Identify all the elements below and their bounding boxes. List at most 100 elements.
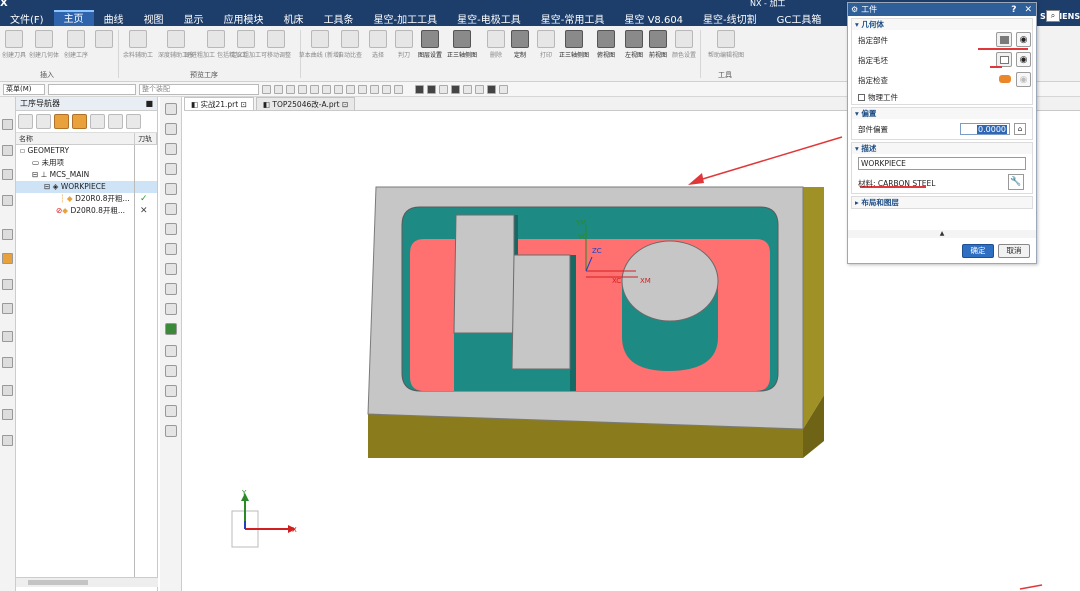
- select-button[interactable]: 选择: [364, 30, 392, 59]
- eye-icon[interactable]: [165, 345, 177, 357]
- roles-icon[interactable]: [2, 409, 13, 420]
- menu-view[interactable]: 视图: [134, 11, 174, 26]
- top-view-button[interactable]: 俯视图: [592, 30, 620, 59]
- view-icon[interactable]: [165, 425, 177, 437]
- render-style-icon[interactable]: [415, 84, 424, 94]
- menu-file[interactable]: 文件(F): [0, 11, 54, 26]
- close-button[interactable]: ✕: [1024, 5, 1032, 15]
- layer-settings-button[interactable]: 图层设置: [416, 30, 444, 59]
- snap-icon[interactable]: [394, 84, 403, 94]
- rest-roughing-button[interactable]: 余料辅助工: [123, 30, 153, 59]
- create-method-button[interactable]: [90, 30, 118, 48]
- select-check-button[interactable]: [996, 72, 1012, 87]
- find-icon[interactable]: [90, 114, 105, 129]
- hide-eye-icon[interactable]: [165, 365, 177, 377]
- close-icon[interactable]: ⊡: [241, 100, 247, 109]
- view-icon[interactable]: [165, 243, 177, 255]
- view-icon[interactable]: [165, 303, 177, 315]
- ruler-icon[interactable]: [165, 283, 177, 295]
- operation-navigator-icon[interactable]: [2, 253, 13, 264]
- part-navigator-icon[interactable]: [2, 169, 13, 180]
- select-blank-button[interactable]: [996, 52, 1012, 67]
- help-button[interactable]: ?: [1011, 5, 1016, 15]
- hidden-icon[interactable]: [463, 84, 472, 94]
- curve-button[interactable]: 草本曲线 (新增): [299, 30, 341, 59]
- roles-icon[interactable]: [2, 385, 13, 396]
- tree-row-workpiece[interactable]: ⊟ ◈ WORKPIECE: [16, 181, 157, 193]
- snap-icon[interactable]: [346, 84, 355, 94]
- snap-icon[interactable]: [382, 84, 391, 94]
- menu-display[interactable]: 显示: [174, 11, 214, 26]
- geometry-view-icon[interactable]: [54, 114, 69, 129]
- in-process-checkbox[interactable]: [858, 93, 865, 101]
- snap-icon[interactable]: [274, 84, 283, 94]
- tab-top25046[interactable]: ◧ TOP25046改-A.prt ⊡: [255, 97, 356, 110]
- visibility-icon[interactable]: [487, 84, 496, 94]
- snap-icon[interactable]: [286, 84, 295, 94]
- machine-tool-view-icon[interactable]: [36, 114, 51, 129]
- horizontal-scrollbar[interactable]: [16, 577, 158, 587]
- filter-dropdown[interactable]: [48, 83, 136, 95]
- snap-icon[interactable]: [262, 84, 271, 94]
- ruler-icon[interactable]: [165, 263, 177, 275]
- snap-icon[interactable]: [298, 84, 307, 94]
- front-view-button[interactable]: 前视图: [644, 30, 672, 59]
- history-icon[interactable]: [2, 303, 13, 314]
- tree-row-geometry[interactable]: ▫ GEOMETRY: [16, 145, 157, 157]
- menu-gc-toolbox[interactable]: GC工具箱: [767, 11, 832, 26]
- create-operation-button[interactable]: 创建工序: [62, 30, 90, 59]
- shaded-icon[interactable]: [427, 84, 436, 94]
- trimetric-view-button-2[interactable]: 正三轴侧图: [559, 30, 589, 59]
- color-settings-button[interactable]: 颜色设置: [670, 30, 698, 59]
- menu-xk-common[interactable]: 星空-常用工具: [531, 11, 615, 26]
- color-cube-icon[interactable]: [165, 323, 177, 335]
- trimetric-view-button[interactable]: 正三轴侧图: [447, 30, 477, 59]
- description-section-header[interactable]: ▾ 描述: [852, 143, 1032, 154]
- create-tool-button[interactable]: 创建刀具: [0, 30, 28, 59]
- tree-row-mcs-main[interactable]: ⊟ ⊥ MCS_MAIN: [16, 169, 157, 181]
- view-icon[interactable]: [165, 203, 177, 215]
- judge-tool-button[interactable]: 判刀: [390, 30, 418, 59]
- description-input[interactable]: WORKPIECE: [858, 157, 1026, 170]
- view-icon[interactable]: [165, 123, 177, 135]
- view-icon[interactable]: [165, 223, 177, 235]
- ok-button[interactable]: 确定: [962, 244, 994, 258]
- view-icon[interactable]: [165, 143, 177, 155]
- tree-row-operation-1[interactable]: ┆ ◆ D20R0.8开粗... ✓: [16, 193, 157, 205]
- lock-icon[interactable]: ⌂: [1014, 123, 1026, 135]
- help-edit-view-button[interactable]: 帮助编辑视图: [708, 30, 744, 59]
- menu-dropdown[interactable]: 菜单(M): [3, 83, 45, 95]
- menu-toolbars[interactable]: 工具条: [314, 11, 364, 26]
- collapse-icon[interactable]: [126, 114, 141, 129]
- define-roughing-button[interactable]: 定义粗加工: [231, 30, 261, 59]
- display-blank-eye-icon[interactable]: ◉: [1016, 52, 1031, 67]
- geometry-section-header[interactable]: ▾ 几何体: [852, 19, 1032, 30]
- menu-machine[interactable]: 机床: [274, 11, 314, 26]
- view-icon[interactable]: [165, 183, 177, 195]
- print-button[interactable]: 打印: [532, 30, 560, 59]
- menu-home[interactable]: 主页: [53, 10, 94, 26]
- browser-icon[interactable]: [2, 229, 13, 240]
- roles-icon[interactable]: [2, 357, 13, 368]
- toggle-icon[interactable]: [108, 114, 123, 129]
- machine-navigator-icon[interactable]: [2, 279, 13, 290]
- view-icon[interactable]: [165, 163, 177, 175]
- assembly-scope-dropdown[interactable]: 整个装配: [139, 83, 259, 95]
- refresh-roughing-button[interactable]: 刷进粗加工 包括精加工: [185, 30, 247, 59]
- method-view-icon[interactable]: [72, 114, 87, 129]
- select-part-button[interactable]: [996, 32, 1012, 47]
- reuse-library-icon[interactable]: [2, 195, 13, 206]
- constraint-navigator-icon[interactable]: [2, 145, 13, 156]
- scrollbar-thumb[interactable]: [28, 580, 88, 585]
- tab-shizhan21[interactable]: ◧ 实战21.prt ⊡: [184, 97, 254, 110]
- view-icon[interactable]: [165, 103, 177, 115]
- customize-button[interactable]: 定制: [506, 30, 534, 59]
- menu-xk-wire[interactable]: 星空-线切割: [693, 11, 767, 26]
- program-order-view-icon[interactable]: [18, 114, 33, 129]
- wrench-icon[interactable]: 🔧: [1008, 174, 1024, 190]
- wireframe-icon[interactable]: [439, 84, 448, 94]
- snap-icon[interactable]: [322, 84, 331, 94]
- snap-icon[interactable]: [310, 84, 319, 94]
- col-name-header[interactable]: 名称: [16, 133, 136, 144]
- display-check-eye-icon[interactable]: ◉: [1016, 72, 1031, 87]
